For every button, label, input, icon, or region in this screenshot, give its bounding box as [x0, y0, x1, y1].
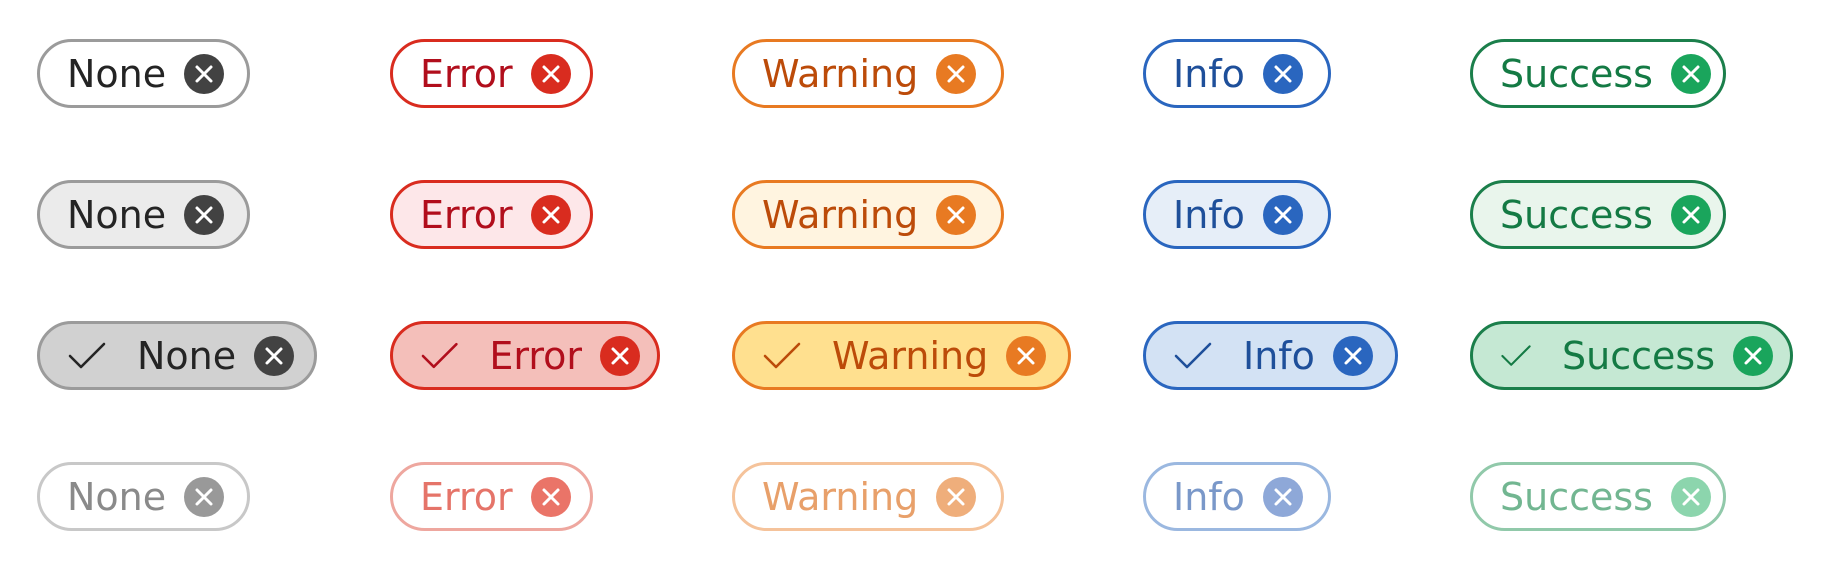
close-circle-icon[interactable]: [1670, 476, 1711, 517]
tag-disabled-success: Success: [1470, 462, 1726, 531]
tag-label: Success: [1500, 51, 1653, 96]
checkmark-icon: [1174, 342, 1212, 368]
tag-label: Error: [420, 192, 513, 237]
tag-variants-grid: None Error Warning Info Success None Error Warn…: [0, 0, 1830, 571]
close-circle-icon[interactable]: [1670, 53, 1711, 94]
checkmark-icon: [68, 342, 106, 368]
checkmark-icon: [1501, 344, 1531, 366]
tag-outline-error[interactable]: Error: [390, 39, 593, 108]
close-circle-icon[interactable]: [1733, 335, 1773, 376]
tag-selected-info[interactable]: Info: [1143, 321, 1398, 390]
tag-tint-warning[interactable]: Warning: [732, 180, 1004, 249]
tag-label: Warning: [762, 474, 919, 519]
tag-label: Success: [1500, 474, 1653, 519]
close-circle-icon[interactable]: [1262, 194, 1303, 235]
close-circle-icon[interactable]: [1332, 335, 1373, 376]
close-circle-icon[interactable]: [530, 194, 571, 235]
tag-label: None: [67, 51, 167, 96]
tag-selected-success[interactable]: Success: [1470, 321, 1793, 390]
tag-label: None: [67, 474, 167, 519]
tag-outline-warning[interactable]: Warning: [732, 39, 1004, 108]
close-circle-icon[interactable]: [184, 194, 225, 235]
tag-label: Info: [1173, 51, 1245, 96]
tag-disabled-error: Error: [390, 462, 593, 531]
close-circle-icon[interactable]: [1006, 335, 1047, 376]
close-circle-icon[interactable]: [254, 335, 295, 376]
tag-label: Info: [1173, 192, 1245, 237]
close-circle-icon[interactable]: [1670, 194, 1711, 235]
close-circle-icon[interactable]: [936, 194, 977, 235]
tag-selected-none[interactable]: None: [37, 321, 317, 390]
tag-label: None: [67, 192, 167, 237]
tag-outline-success[interactable]: Success: [1470, 39, 1726, 108]
tag-label: Error: [420, 474, 513, 519]
tag-label: Error: [420, 51, 513, 96]
tag-tint-success[interactable]: Success: [1470, 180, 1726, 249]
tag-label: Success: [1500, 192, 1653, 237]
tag-disabled-none: None: [37, 462, 250, 531]
tag-selected-error[interactable]: Error: [390, 321, 660, 390]
close-circle-icon[interactable]: [936, 476, 977, 517]
tag-tint-error[interactable]: Error: [390, 180, 593, 249]
close-circle-icon[interactable]: [1262, 476, 1303, 517]
close-circle-icon[interactable]: [530, 476, 571, 517]
tag-label: Info: [1243, 333, 1315, 378]
tag-label: Success: [1562, 333, 1715, 378]
tag-label: None: [137, 333, 237, 378]
close-circle-icon[interactable]: [936, 53, 977, 94]
tag-disabled-warning: Warning: [732, 462, 1004, 531]
tag-label: Warning: [762, 192, 919, 237]
close-circle-icon[interactable]: [184, 53, 225, 94]
checkmark-icon: [763, 342, 801, 368]
tag-label: Error: [489, 333, 582, 378]
tag-label: Warning: [832, 333, 989, 378]
tag-selected-warning[interactable]: Warning: [732, 321, 1071, 390]
close-circle-icon[interactable]: [184, 476, 225, 517]
close-circle-icon[interactable]: [1262, 53, 1303, 94]
tag-tint-info[interactable]: Info: [1143, 180, 1331, 249]
tag-label: Warning: [762, 51, 919, 96]
close-circle-icon[interactable]: [530, 53, 571, 94]
checkmark-icon: [421, 342, 458, 368]
tag-disabled-info: Info: [1143, 462, 1331, 531]
tag-tint-none[interactable]: None: [37, 180, 250, 249]
tag-label: Info: [1173, 474, 1245, 519]
tag-outline-info[interactable]: Info: [1143, 39, 1331, 108]
tag-outline-none[interactable]: None: [37, 39, 250, 108]
close-circle-icon[interactable]: [600, 335, 640, 376]
